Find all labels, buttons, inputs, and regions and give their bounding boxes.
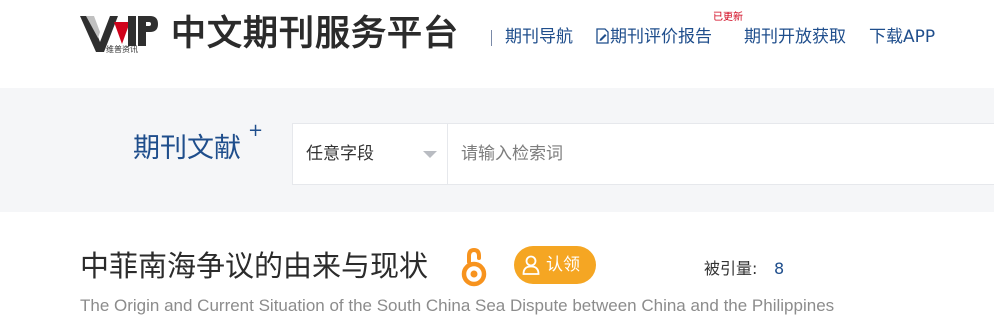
claim-label: 认领 bbox=[546, 255, 580, 275]
nav-divider bbox=[491, 30, 492, 46]
open-access-icon bbox=[461, 247, 487, 287]
article-title: 中菲南海争议的由来与现状 bbox=[80, 249, 429, 283]
search-field-value: 任意字段 bbox=[306, 144, 374, 164]
search-scope-journal-articles[interactable]: 期刊文献 bbox=[133, 131, 241, 167]
search-box: 任意字段 bbox=[292, 123, 994, 185]
cited-label: 被引量: bbox=[704, 259, 758, 278]
logo-subtext: 维普资讯 bbox=[106, 45, 138, 54]
document-edit-icon bbox=[596, 28, 609, 44]
plus-icon[interactable]: + bbox=[248, 122, 263, 140]
search-input[interactable] bbox=[449, 124, 994, 184]
nav-download-app[interactable]: 下载APP bbox=[869, 26, 935, 48]
cited-count[interactable]: 8 bbox=[774, 258, 784, 280]
nav-journal-open-access[interactable]: 期刊开放获取 bbox=[744, 26, 846, 48]
updated-badge: 已更新 bbox=[713, 12, 743, 23]
chevron-down-icon bbox=[423, 151, 437, 158]
user-icon bbox=[522, 255, 540, 275]
vip-logo[interactable]: 维普资讯 bbox=[80, 14, 160, 56]
search-band: 期刊文献 + 任意字段 bbox=[0, 88, 994, 212]
search-field-select[interactable]: 任意字段 bbox=[293, 124, 448, 184]
claim-button[interactable]: 认领 bbox=[514, 246, 596, 284]
site-title[interactable]: 中文期刊服务平台 bbox=[171, 12, 459, 56]
nav-journal-evaluation-report[interactable]: 期刊评价报告 bbox=[596, 26, 712, 48]
nav-journal-evaluation-report-label: 期刊评价报告 bbox=[610, 27, 712, 47]
top-header: 维普资讯 中文期刊服务平台 期刊导航 期刊评价报告 已更新 期刊开放获取 下载A… bbox=[0, 0, 994, 88]
nav-journal-navigation[interactable]: 期刊导航 bbox=[505, 26, 573, 48]
article-title-english: The Origin and Current Situation of the … bbox=[80, 296, 835, 315]
